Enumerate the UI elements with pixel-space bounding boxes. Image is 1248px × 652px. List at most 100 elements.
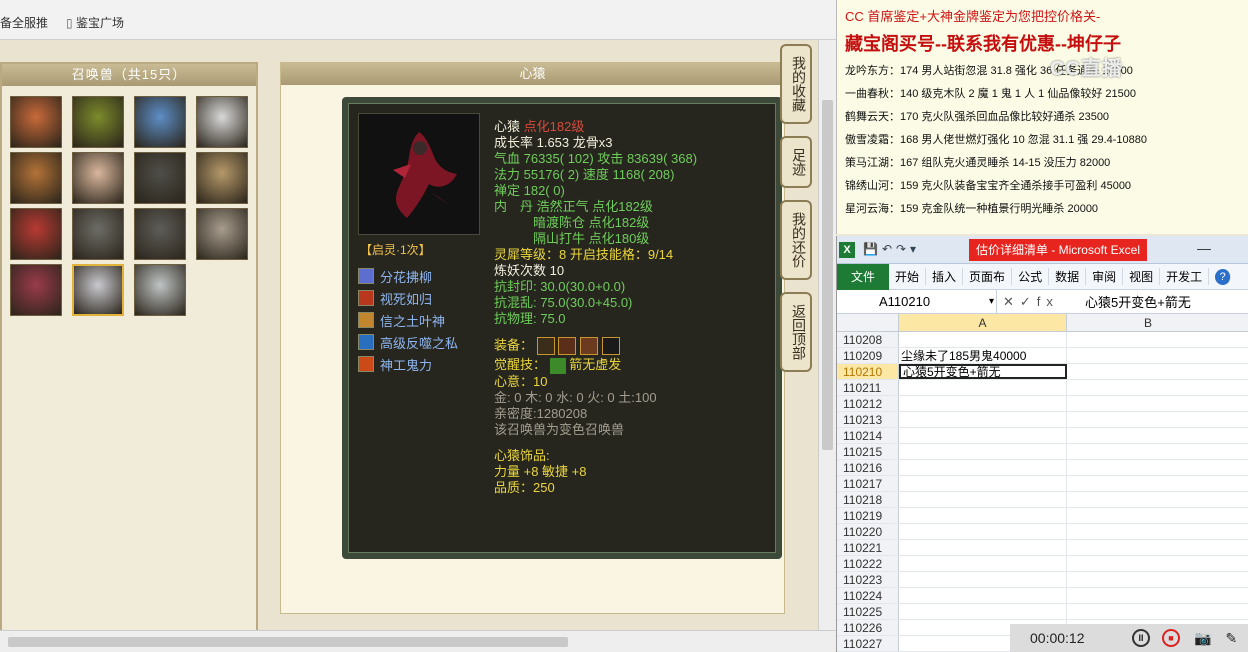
quick-access-toolbar[interactable]: 💾↶↷▾ [863, 242, 920, 256]
cell-a[interactable] [899, 524, 1067, 539]
row-number[interactable]: 110220 [837, 524, 899, 539]
row-number[interactable]: 110224 [837, 588, 899, 603]
row-number[interactable]: 110212 [837, 396, 899, 411]
skill-item[interactable]: 信之土叶神 [358, 309, 458, 331]
cell-a[interactable] [899, 588, 1067, 603]
column-header-a[interactable]: A [899, 314, 1067, 331]
row-number[interactable]: 110226 [837, 620, 899, 635]
pet-avatar[interactable] [134, 208, 186, 260]
tab-back-to-top[interactable]: 返回顶部 [780, 292, 812, 372]
cell-a[interactable] [899, 444, 1067, 459]
skill-item[interactable]: 高级反噬之私 [358, 331, 458, 353]
pet-avatar[interactable] [72, 264, 124, 316]
tab-my-collection[interactable]: 我的收藏 [780, 44, 812, 124]
cell-b[interactable] [1067, 364, 1229, 379]
cell-a[interactable] [899, 412, 1067, 427]
tab-home[interactable]: 开始 [889, 268, 927, 285]
pause-icon[interactable]: II [1132, 629, 1150, 647]
cell-a[interactable] [899, 428, 1067, 443]
bookmark-1[interactable]: 备全服推 [0, 14, 48, 34]
tab-page-layout[interactable]: 页面布 [963, 268, 1013, 285]
tab-footprint[interactable]: 足迹 [780, 136, 812, 188]
row-number[interactable]: 110221 [837, 540, 899, 555]
row-number[interactable]: 110225 [837, 604, 899, 619]
skill-item[interactable]: 分花拂柳 [358, 265, 458, 287]
pen-icon[interactable]: ✎ [1225, 630, 1237, 647]
pet-avatar[interactable] [72, 152, 124, 204]
cell-a[interactable] [899, 380, 1067, 395]
tab-developer[interactable]: 开发工 [1160, 268, 1210, 285]
row-number[interactable]: 110223 [837, 572, 899, 587]
equipment-icon[interactable] [558, 337, 577, 355]
formula-icons[interactable]: ✕✓fx [997, 294, 1081, 310]
tab-insert[interactable]: 插入 [926, 268, 964, 285]
row-number[interactable]: 110219 [837, 508, 899, 523]
cell-b[interactable] [1067, 348, 1229, 363]
pet-avatar[interactable] [10, 208, 62, 260]
cell-b[interactable] [1067, 588, 1229, 603]
pet-avatar[interactable] [10, 152, 62, 204]
cell-a[interactable] [899, 540, 1067, 555]
tab-view[interactable]: 视图 [1123, 268, 1161, 285]
cell-b[interactable] [1067, 396, 1229, 411]
pet-avatar[interactable] [196, 208, 248, 260]
minimize-icon[interactable]: — [1197, 240, 1211, 256]
pet-avatar[interactable] [134, 264, 186, 316]
row-number[interactable]: 110211 [837, 380, 899, 395]
cell-b[interactable] [1067, 412, 1229, 427]
equipment-icon[interactable] [579, 337, 598, 355]
pet-avatar[interactable] [10, 264, 62, 316]
row-number[interactable]: 110210 [837, 364, 899, 379]
tab-data[interactable]: 数据 [1049, 268, 1087, 285]
row-number[interactable]: 110215 [837, 444, 899, 459]
cell-a[interactable]: 心猿5开变色+箭无 [899, 364, 1067, 379]
cell-b[interactable] [1067, 540, 1229, 555]
cell-b[interactable] [1067, 444, 1229, 459]
row-number[interactable]: 110216 [837, 460, 899, 475]
pet-avatar[interactable] [134, 96, 186, 148]
cell-a[interactable] [899, 460, 1067, 475]
pet-avatar[interactable] [10, 96, 62, 148]
row-number[interactable]: 110214 [837, 428, 899, 443]
tab-review[interactable]: 审阅 [1086, 268, 1124, 285]
row-number[interactable]: 110222 [837, 556, 899, 571]
formula-input[interactable]: 心猿5开变色+箭无 [1081, 292, 1191, 311]
cell-a[interactable] [899, 556, 1067, 571]
name-box[interactable]: A110210 [837, 290, 997, 314]
cell-a[interactable] [899, 492, 1067, 507]
tab-file[interactable]: 文件 [837, 263, 890, 290]
skill-item[interactable]: 神工鬼力 [358, 353, 458, 375]
row-number[interactable]: 110213 [837, 412, 899, 427]
cell-a[interactable] [899, 332, 1067, 347]
row-number[interactable]: 110227 [837, 636, 899, 651]
skill-item[interactable]: 视死如归 [358, 287, 458, 309]
row-number[interactable]: 110218 [837, 492, 899, 507]
cell-a[interactable] [899, 604, 1067, 619]
page-horizontal-scrollbar[interactable] [0, 630, 836, 652]
tab-formulas[interactable]: 公式 [1012, 268, 1050, 285]
cell-b[interactable] [1067, 380, 1229, 395]
help-icon[interactable]: ? [1215, 268, 1232, 285]
equipment-icon[interactable] [536, 337, 555, 355]
cell-b[interactable] [1067, 476, 1229, 491]
cell-b[interactable] [1067, 556, 1229, 571]
cell-b[interactable] [1067, 524, 1229, 539]
camera-icon[interactable]: 📷 [1194, 630, 1211, 647]
cell-b[interactable] [1067, 492, 1229, 507]
cell-a[interactable] [899, 476, 1067, 491]
equipment-icon[interactable] [601, 337, 620, 355]
pet-avatar[interactable] [196, 96, 248, 148]
tab-my-counteroffer[interactable]: 我的还价 [780, 200, 812, 280]
pet-avatar[interactable] [196, 152, 248, 204]
cell-a[interactable] [899, 572, 1067, 587]
bookmark-2[interactable]: 鉴宝广场 [66, 14, 124, 34]
row-number[interactable]: 110217 [837, 476, 899, 491]
pet-avatar[interactable] [72, 96, 124, 148]
cell-b[interactable] [1067, 572, 1229, 587]
row-number[interactable]: 110208 [837, 332, 899, 347]
cell-a[interactable] [899, 396, 1067, 411]
row-number[interactable]: 110209 [837, 348, 899, 363]
column-header-b[interactable]: B [1067, 314, 1229, 331]
page-vertical-scrollbar[interactable] [818, 40, 836, 630]
stop-icon[interactable]: ■ [1162, 629, 1180, 647]
